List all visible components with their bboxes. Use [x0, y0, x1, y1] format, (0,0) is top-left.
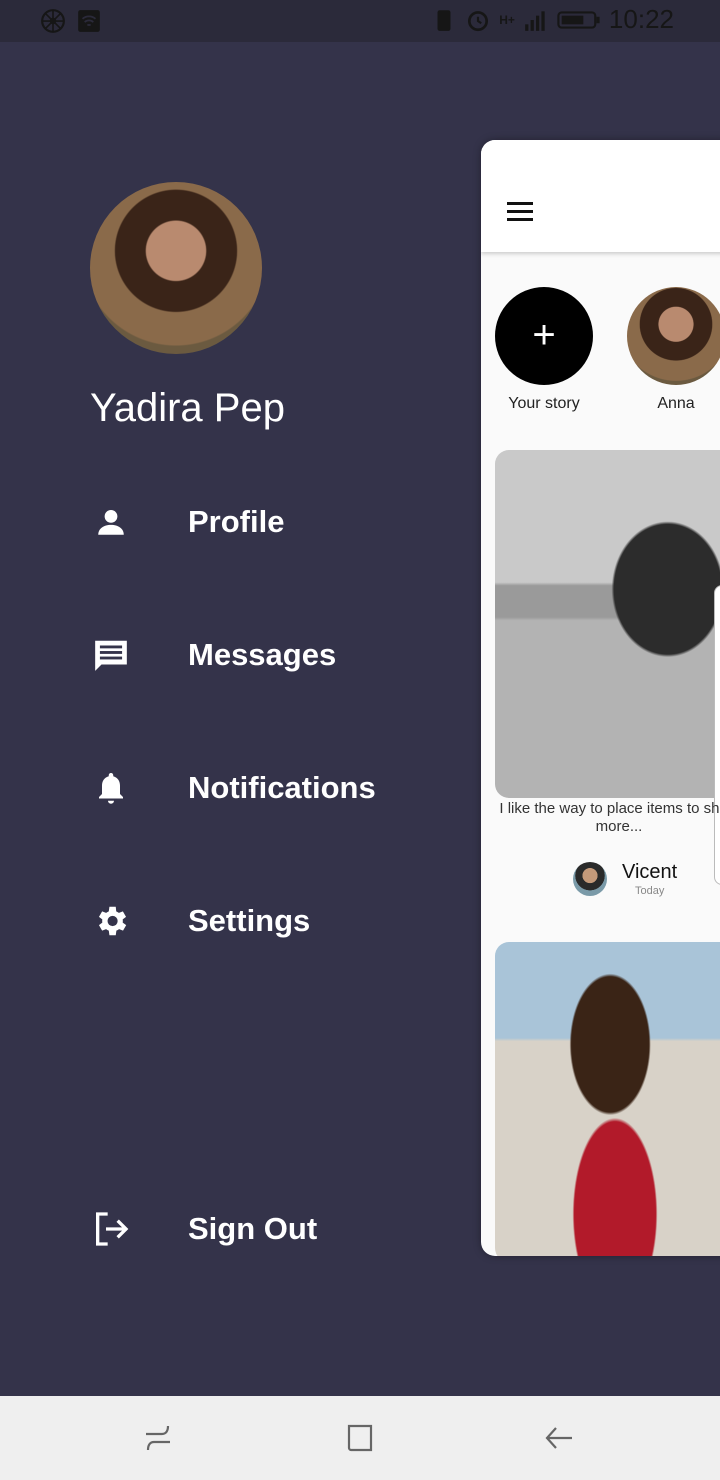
logout-icon — [88, 1206, 134, 1252]
back-icon[interactable] — [542, 1420, 578, 1456]
post-caption: I like the way to place items to show mo… — [499, 800, 720, 835]
side-card — [714, 585, 720, 885]
menu-label-messages: Messages — [188, 637, 337, 672]
menu-item-profile[interactable]: Profile — [88, 492, 448, 552]
sign-out-label: Sign Out — [188, 1211, 318, 1246]
sign-out-button[interactable]: Sign Out — [88, 1199, 448, 1259]
recent-apps-icon[interactable] — [140, 1420, 176, 1456]
author-name: Vicent — [622, 861, 678, 883]
post-image[interactable] — [495, 450, 720, 798]
signal-icon — [525, 10, 545, 31]
user-name: Yadira Pep — [90, 386, 285, 430]
gear-icon — [88, 898, 134, 944]
wheel-icon — [41, 9, 65, 33]
network-type: H+ — [499, 12, 515, 27]
alarm-icon — [468, 10, 489, 31]
person-icon — [88, 499, 134, 545]
battery-icon — [557, 10, 600, 29]
status-bar: H+ 10:22 — [0, 0, 720, 42]
battery-saver-icon — [437, 9, 451, 31]
user-avatar[interactable] — [90, 182, 262, 354]
wifi-icon — [78, 10, 100, 32]
message-icon — [88, 632, 134, 678]
story-label: Your story — [508, 395, 580, 412]
home-icon[interactable] — [341, 1420, 377, 1456]
story-label: Anna — [657, 395, 695, 412]
post-image[interactable] — [495, 942, 720, 1256]
clock: 10:22 — [608, 4, 674, 34]
main-page-preview[interactable]: + Your story Anna I like the way to plac… — [481, 140, 720, 1256]
author-avatar[interactable] — [573, 862, 607, 896]
story-anna[interactable]: Anna — [626, 287, 720, 413]
story-avatar — [627, 287, 720, 385]
menu-label-settings: Settings — [188, 903, 311, 938]
menu-label-profile: Profile — [188, 504, 285, 539]
menu-item-notifications[interactable]: Notifications — [88, 758, 448, 818]
post-date: Today — [635, 885, 665, 897]
bell-icon — [88, 765, 134, 811]
add-story-icon: + — [495, 287, 593, 385]
menu-label-notifications: Notifications — [188, 770, 376, 805]
story-your-story[interactable]: + Your story — [494, 287, 594, 413]
menu-icon[interactable] — [507, 202, 533, 222]
system-nav-bar — [0, 1396, 720, 1480]
app-bar — [481, 140, 720, 252]
menu-item-settings[interactable]: Settings — [88, 891, 448, 951]
menu-item-messages[interactable]: Messages — [88, 625, 448, 685]
